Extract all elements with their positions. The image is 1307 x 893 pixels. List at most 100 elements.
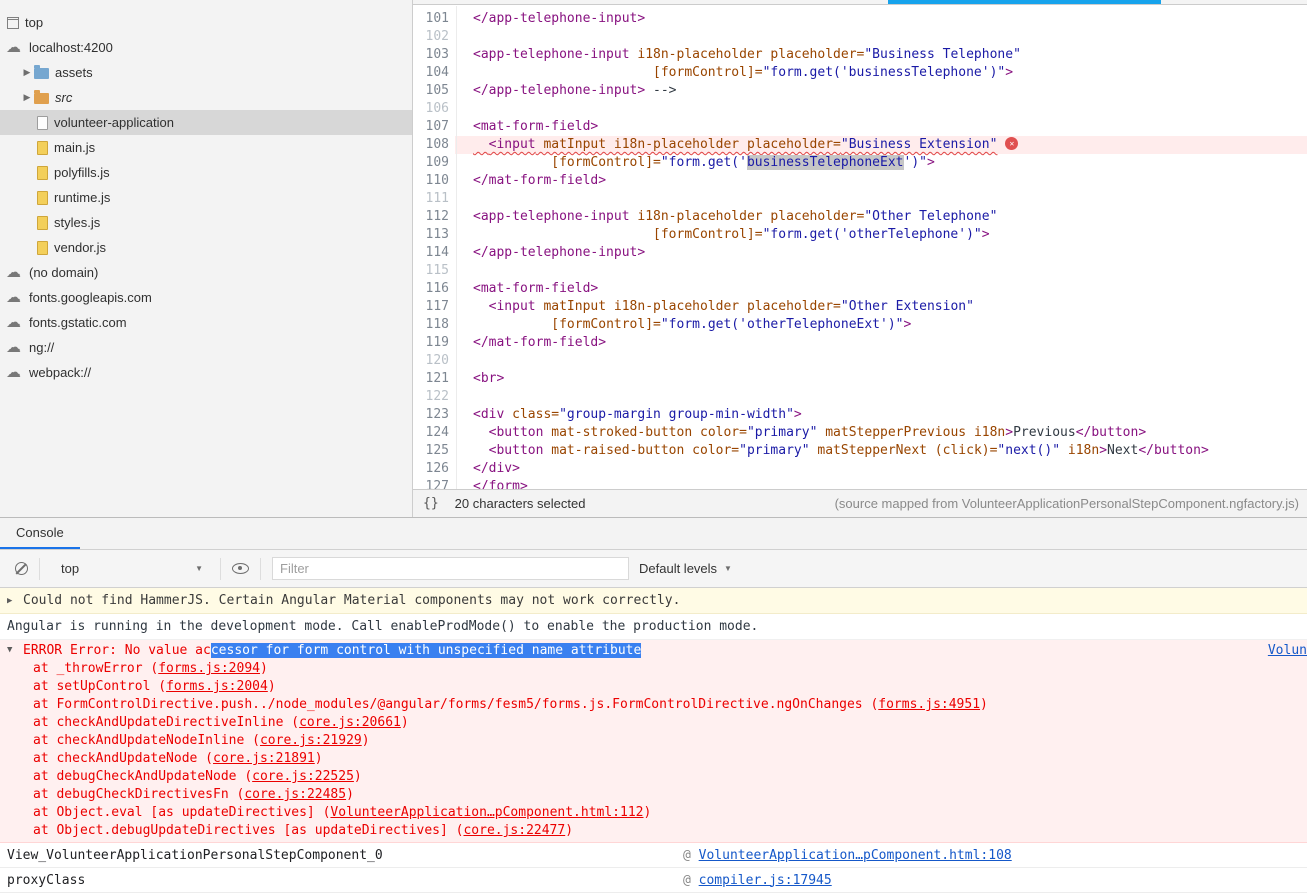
tree-expand-arrow-icon[interactable]: ▶ bbox=[20, 92, 34, 103]
sidebar-item-polyfills-js[interactable]: ▶polyfills.js bbox=[0, 160, 412, 185]
line-content[interactable]: </mat-form-field> bbox=[455, 334, 1307, 352]
line-content[interactable]: <app-telephone-input i18n-placeholder pl… bbox=[455, 46, 1307, 64]
sidebar-item-main-js[interactable]: ▶main.js bbox=[0, 135, 412, 160]
line-number[interactable]: 110 bbox=[413, 172, 455, 190]
stack-frame-link[interactable]: core.js:22525 bbox=[252, 769, 354, 784]
line-number[interactable]: 106 bbox=[413, 100, 455, 118]
line-number[interactable]: 113 bbox=[413, 226, 455, 244]
console-log-message: Angular is running in the development mo… bbox=[0, 614, 1307, 640]
line-content[interactable]: [formControl]="form.get('businessTelepho… bbox=[455, 154, 1307, 172]
sidebar-item-volunteer-application[interactable]: ▶volunteer-application bbox=[0, 110, 412, 135]
code-editor[interactable]: 101 </app-telephone-input> 102 103 <app-tele… bbox=[413, 6, 1307, 489]
error-icon[interactable] bbox=[1005, 137, 1019, 150]
stack-frame-link[interactable]: forms.js:2094 bbox=[158, 661, 260, 676]
sidebar-item-ng[interactable]: ng:// bbox=[0, 335, 412, 360]
sidebar-item-src[interactable]: ▶ src bbox=[0, 85, 412, 110]
sidebar-item-runtime-js[interactable]: ▶runtime.js bbox=[0, 185, 412, 210]
line-number[interactable]: 121 bbox=[413, 370, 455, 388]
line-content[interactable]: <input matInput i18n-placeholder placeho… bbox=[455, 136, 1307, 154]
line-number[interactable]: 111 bbox=[413, 190, 455, 208]
line-number[interactable]: 125 bbox=[413, 442, 455, 460]
stack-frame-link[interactable]: core.js:20661 bbox=[299, 715, 401, 730]
line-content[interactable]: </app-telephone-input> --> bbox=[455, 82, 1307, 100]
line-content[interactable] bbox=[455, 352, 1307, 370]
sidebar-item-assets[interactable]: ▶ assets bbox=[0, 60, 412, 85]
selected-text: businessTelephoneExt bbox=[746, 155, 904, 170]
line-content[interactable]: </div> bbox=[455, 460, 1307, 478]
line-number[interactable]: 126 bbox=[413, 460, 455, 478]
line-content[interactable]: <div class="group-margin group-min-width… bbox=[455, 406, 1307, 424]
stack-frame-link[interactable]: forms.js:4951 bbox=[878, 697, 980, 712]
line-number[interactable]: 112 bbox=[413, 208, 455, 226]
line-content[interactable]: <app-telephone-input i18n-placeholder pl… bbox=[455, 208, 1307, 226]
pretty-print-button[interactable]: {} bbox=[423, 496, 439, 511]
line-number[interactable]: 119 bbox=[413, 334, 455, 352]
sidebar-item-top[interactable]: top bbox=[0, 10, 412, 35]
line-content[interactable]: [formControl]="form.get('otherTelephone'… bbox=[455, 226, 1307, 244]
error-source-link[interactable]: Volun bbox=[1268, 643, 1307, 658]
line-number[interactable]: 107 bbox=[413, 118, 455, 136]
line-content[interactable] bbox=[455, 28, 1307, 46]
line-number[interactable]: 118 bbox=[413, 316, 455, 334]
code-token: > bbox=[903, 317, 912, 332]
line-content[interactable]: </app-telephone-input> bbox=[455, 244, 1307, 262]
clear-console-icon[interactable] bbox=[15, 562, 28, 575]
line-number[interactable]: 105 bbox=[413, 82, 455, 100]
sidebar-item-webpack[interactable]: webpack:// bbox=[0, 360, 412, 385]
line-number[interactable]: 123 bbox=[413, 406, 455, 424]
line-number[interactable]: 115 bbox=[413, 262, 455, 280]
folder-icon-blue bbox=[34, 65, 49, 79]
line-content[interactable]: </app-telephone-input> bbox=[455, 10, 1307, 28]
tree-expand-arrow-icon[interactable]: ▶ bbox=[20, 67, 34, 78]
line-number[interactable]: 104 bbox=[413, 64, 455, 82]
sidebar-item-localhost-4200[interactable]: localhost:4200 bbox=[0, 35, 412, 60]
line-content[interactable]: <br> bbox=[455, 370, 1307, 388]
line-content[interactable]: [formControl]="form.get('otherTelephoneE… bbox=[455, 316, 1307, 334]
stack-frame-link[interactable]: core.js:21891 bbox=[213, 751, 315, 766]
line-number[interactable]: 124 bbox=[413, 424, 455, 442]
console-filter-input[interactable] bbox=[272, 557, 629, 580]
line-number[interactable]: 127 bbox=[413, 478, 455, 489]
line-content[interactable]: <mat-form-field> bbox=[455, 280, 1307, 298]
line-number[interactable]: 109 bbox=[413, 154, 455, 172]
line-number[interactable]: 120 bbox=[413, 352, 455, 370]
line-number[interactable]: 122 bbox=[413, 388, 455, 406]
line-content[interactable]: <input matInput i18n-placeholder placeho… bbox=[455, 298, 1307, 316]
line-content[interactable]: <mat-form-field> bbox=[455, 118, 1307, 136]
collapse-triangle-icon[interactable]: ▼ bbox=[7, 645, 23, 655]
frame-location-link[interactable]: VolunteerApplication…pComponent.html:108 bbox=[699, 848, 1012, 863]
line-content[interactable]: <button mat-raised-button color="primary… bbox=[455, 442, 1307, 460]
log-levels-dropdown[interactable]: Default levels ▼ bbox=[639, 561, 732, 576]
code-token: <mat-form-field> bbox=[473, 119, 599, 134]
line-content[interactable] bbox=[455, 262, 1307, 280]
line-content[interactable] bbox=[455, 100, 1307, 118]
stack-frame-link[interactable]: core.js:22477 bbox=[463, 823, 565, 838]
sidebar-item-fonts-googleapis-com[interactable]: fonts.googleapis.com bbox=[0, 285, 412, 310]
line-number[interactable]: 116 bbox=[413, 280, 455, 298]
stack-frame-link[interactable]: forms.js:2004 bbox=[166, 679, 268, 694]
line-content[interactable] bbox=[455, 388, 1307, 406]
tab-console[interactable]: Console bbox=[0, 518, 80, 549]
live-expression-eye-icon[interactable] bbox=[232, 563, 249, 574]
line-content[interactable]: </form> bbox=[455, 478, 1307, 489]
stack-frame-link[interactable]: core.js:22485 bbox=[244, 787, 346, 802]
line-content[interactable]: <button mat-stroked-button color="primar… bbox=[455, 424, 1307, 442]
line-content[interactable] bbox=[455, 190, 1307, 208]
sidebar-item-styles-js[interactable]: ▶styles.js bbox=[0, 210, 412, 235]
sidebar-item-vendor-js[interactable]: ▶vendor.js bbox=[0, 235, 412, 260]
line-content[interactable]: [formControl]="form.get('businessTelepho… bbox=[455, 64, 1307, 82]
line-number[interactable]: 117 bbox=[413, 298, 455, 316]
line-number[interactable]: 103 bbox=[413, 46, 455, 64]
sidebar-item-no-domain[interactable]: (no domain) bbox=[0, 260, 412, 285]
line-number[interactable]: 108 bbox=[413, 136, 455, 154]
line-number[interactable]: 101 bbox=[413, 10, 455, 28]
line-content[interactable]: </mat-form-field> bbox=[455, 172, 1307, 190]
context-selector[interactable]: top ▼ bbox=[51, 561, 209, 576]
line-number[interactable]: 114 bbox=[413, 244, 455, 262]
sidebar-item-fonts-gstatic-com[interactable]: fonts.gstatic.com bbox=[0, 310, 412, 335]
expand-triangle-icon[interactable]: ▶ bbox=[7, 596, 23, 606]
frame-location-link[interactable]: compiler.js:17945 bbox=[699, 873, 832, 888]
stack-frame-link[interactable]: core.js:21929 bbox=[260, 733, 362, 748]
stack-frame-link[interactable]: VolunteerApplication…pComponent.html:112 bbox=[330, 805, 643, 820]
line-number[interactable]: 102 bbox=[413, 28, 455, 46]
